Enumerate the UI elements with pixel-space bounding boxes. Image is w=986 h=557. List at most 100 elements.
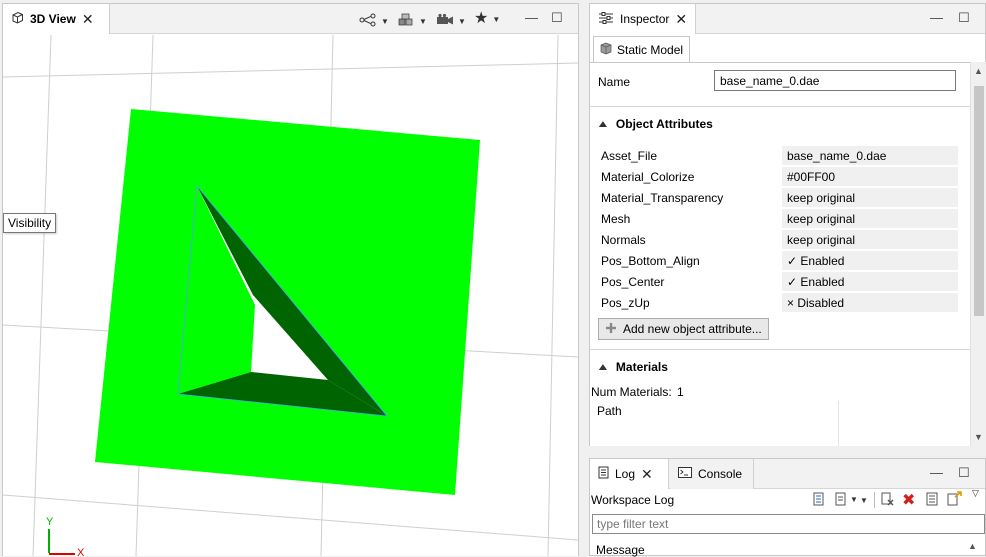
axis-gizmo: Y X [46, 516, 85, 556]
object-dropdown[interactable]: ▼ [397, 13, 427, 30]
attribute-key: Material_Colorize [601, 170, 695, 184]
attribute-row[interactable]: Pos_Bottom_Align ✓ Enabled [598, 251, 960, 271]
divider [590, 349, 970, 350]
scene-graph-dropdown[interactable]: ▼ [359, 13, 389, 30]
column-divider [838, 401, 839, 446]
maximize-icon[interactable]: ☐ [551, 11, 563, 24]
attribute-key: Asset_File [601, 149, 658, 163]
object-attributes-title: Object Attributes [615, 117, 713, 131]
camera-dropdown[interactable]: ▼ [436, 13, 466, 30]
tab-console[interactable]: Console [670, 459, 754, 489]
attribute-row[interactable]: Material_Colorize #00FF00 [598, 167, 960, 187]
minimize-icon[interactable]: — [930, 466, 943, 479]
axis-x-label: X [77, 547, 85, 556]
materials-header[interactable]: ▲ Materials [596, 360, 668, 374]
materials-title: Materials [615, 360, 668, 374]
attribute-value[interactable]: ✓ Enabled [782, 272, 958, 291]
toolbar-divider [874, 492, 875, 508]
attribute-row[interactable]: Pos_Center ✓ Enabled [598, 272, 960, 292]
minimize-icon[interactable]: — [930, 11, 943, 24]
close-icon[interactable]: ✕ [641, 467, 653, 481]
axis-y-label: Y [46, 516, 54, 528]
inspector-content: Name ▲ Object Attributes Asset_File base… [590, 62, 970, 446]
camera-icon [436, 13, 454, 30]
add-attribute-button[interactable]: Add new object attribute... [598, 318, 769, 340]
open-log-icon[interactable] [925, 492, 939, 509]
chevron-up-icon: ▲ [596, 361, 610, 373]
tab-3d-view[interactable]: 3D View ✕ [3, 4, 110, 34]
view3d-tabbar: 3D View ✕ ▼ ▼ ▼ ★ ▼ — ☐ [3, 4, 578, 34]
name-input[interactable] [714, 70, 956, 91]
log-filter-input[interactable] [592, 514, 985, 534]
star-icon: ★ [474, 10, 489, 27]
minimize-icon[interactable]: — [525, 11, 538, 24]
num-materials-label: Num Materials: [591, 385, 672, 399]
attribute-row[interactable]: Mesh keep original [598, 209, 960, 229]
tab-3d-view-label: 3D View [30, 12, 76, 26]
message-column-header: Message [596, 543, 645, 557]
export-log-icon[interactable] [812, 492, 826, 509]
attribute-row[interactable]: Normals keep original [598, 230, 960, 250]
attribute-key: Pos_Bottom_Align [601, 254, 700, 268]
workspace-log-label: Workspace Log [591, 493, 675, 507]
model-icon [600, 42, 612, 58]
maximize-icon[interactable]: ☐ [958, 11, 970, 24]
import-log-icon [835, 492, 846, 506]
attribute-value[interactable]: keep original [782, 188, 958, 207]
visibility-tooltip: Visibility [3, 213, 57, 233]
tab-inspector-label: Inspector [620, 12, 670, 26]
attribute-value[interactable]: #00FF00 [782, 167, 958, 186]
object-attributes-header[interactable]: ▲ Object Attributes [596, 117, 713, 131]
plus-icon [605, 322, 617, 337]
maximize-icon[interactable]: ☐ [958, 466, 970, 479]
scroll-up-icon[interactable]: ▲ [974, 66, 983, 76]
share-nodes-icon [359, 13, 377, 30]
attribute-value[interactable]: ✓ Enabled [782, 251, 958, 270]
log-pane: Log ✕ Console — ☐ Workspace Log ▼ ▼ ✖ ▽ … [589, 458, 986, 557]
3d-viewport[interactable]: Y X Visibility [3, 35, 578, 556]
tab-inspector[interactable]: Inspector ✕ [590, 4, 696, 34]
attribute-key: Normals [601, 233, 646, 247]
restore-log-icon[interactable] [947, 491, 963, 509]
tab-static-model[interactable]: Static Model [593, 36, 691, 62]
sliders-icon [598, 11, 614, 27]
console-icon [678, 467, 692, 481]
inspector-pane: Inspector ✕ — ☐ Static Model Name ▲ Obje… [589, 3, 986, 446]
attribute-row[interactable]: Pos_zUp × Disabled [598, 293, 960, 313]
delete-log-icon[interactable]: ✖ [902, 490, 915, 510]
attribute-value[interactable]: keep original [782, 209, 958, 228]
tab-log[interactable]: Log ✕ [590, 459, 669, 489]
chevron-down-icon: ▼ [458, 17, 466, 26]
inspector-scrollbar[interactable]: ▲ ▼ [970, 62, 986, 446]
divider [590, 106, 970, 107]
scene-canvas[interactable]: Y X [3, 35, 578, 556]
tab-log-label: Log [615, 467, 636, 481]
attribute-key: Mesh [601, 212, 631, 226]
import-log-dropdown[interactable]: ▼ [834, 492, 858, 506]
clear-log-icon[interactable] [880, 492, 894, 509]
attribute-value[interactable]: × Disabled [782, 293, 958, 312]
favorites-dropdown[interactable]: ★ ▼ [474, 10, 501, 27]
scroll-thumb[interactable] [974, 86, 984, 316]
tab-console-label: Console [698, 467, 743, 481]
num-materials-value: 1 [677, 385, 684, 399]
add-attribute-label: Add new object attribute... [623, 322, 762, 336]
scroll-up-icon[interactable]: ▲ [968, 541, 977, 551]
view-menu-icon[interactable]: ▽ [972, 488, 979, 499]
chevron-up-icon: ▲ [596, 118, 610, 130]
attribute-row[interactable]: Asset_File base_name_0.dae [598, 146, 960, 166]
log-toolbar: Workspace Log ▼ ▼ ✖ ▽ [590, 488, 985, 512]
attribute-value[interactable]: base_name_0.dae [782, 146, 958, 165]
caret-menu-icon[interactable]: ▼ [860, 492, 868, 506]
attribute-row[interactable]: Material_Transparency keep original [598, 188, 960, 208]
close-icon[interactable]: ✕ [82, 12, 94, 26]
inspector-tabbar: Inspector ✕ — ☐ [590, 4, 985, 34]
path-column-header: Path [597, 404, 622, 418]
scroll-down-icon[interactable]: ▼ [974, 432, 983, 442]
close-icon[interactable]: ✕ [675, 12, 687, 26]
attribute-value[interactable]: keep original [782, 230, 958, 249]
attribute-key: Pos_Center [601, 275, 665, 289]
attribute-key: Material_Transparency [601, 191, 724, 205]
boxes-icon [397, 13, 415, 30]
chevron-down-icon: ▼ [492, 14, 501, 24]
